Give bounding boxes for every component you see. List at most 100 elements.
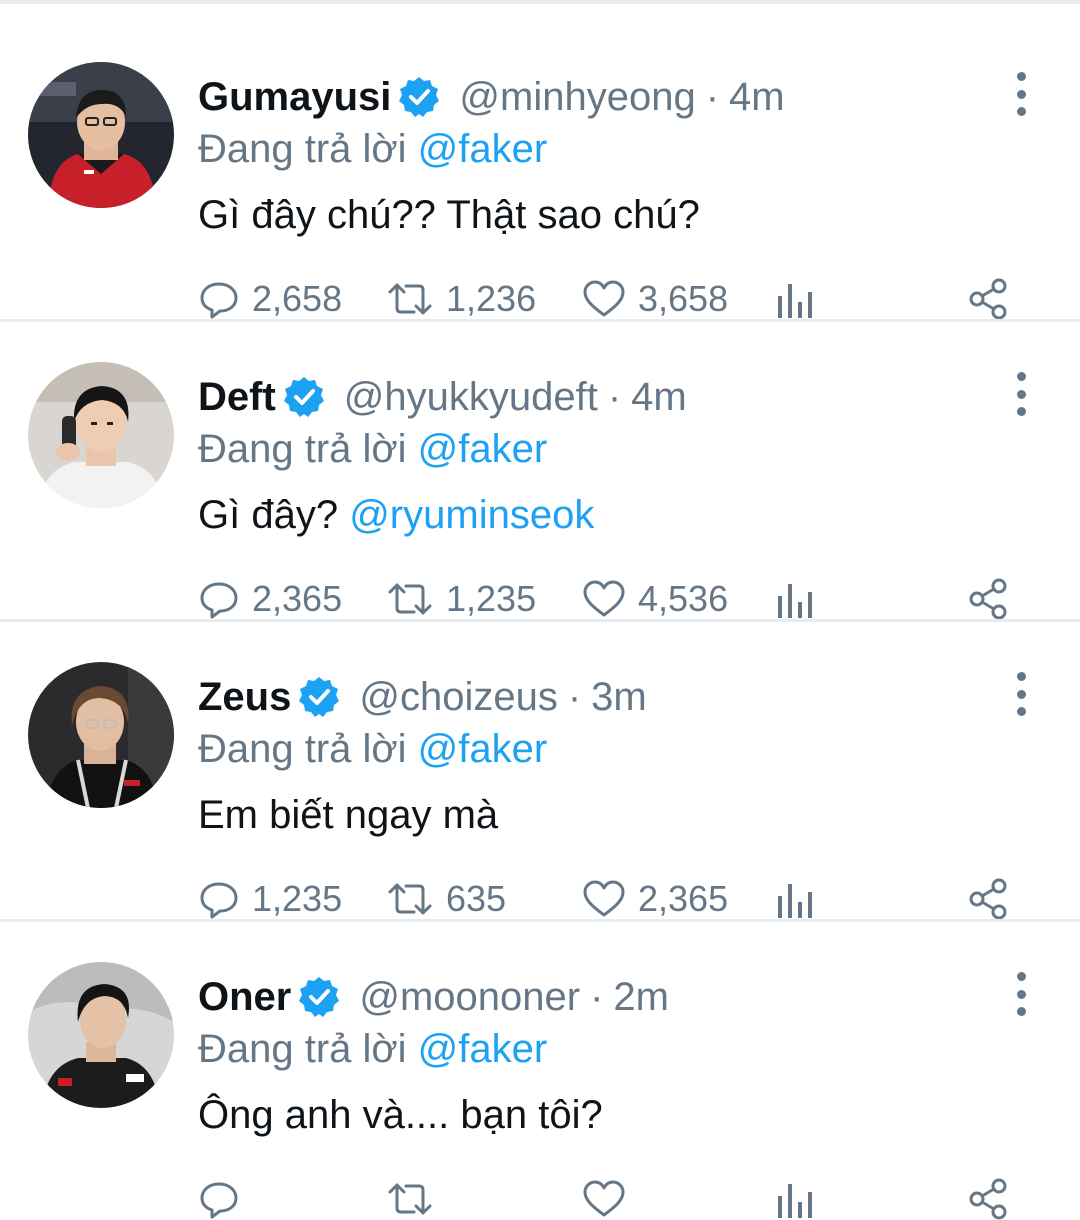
tweet[interactable]: Oner @moononer · 2m Đang trả lời @faker … bbox=[0, 922, 1080, 1220]
tweet[interactable]: Deft @hyukkyudeft · 4m Đang trả lời @fak… bbox=[0, 322, 1080, 622]
tweet-text: Em biết ngay mà bbox=[198, 788, 498, 842]
tweet[interactable]: Gumayusi @minhyeong · 4m Đang trả lời @f… bbox=[0, 22, 1080, 322]
verified-badge-icon bbox=[282, 375, 326, 419]
stats-button[interactable] bbox=[774, 1172, 814, 1220]
retweet-button[interactable]: 635 bbox=[386, 872, 506, 926]
tweet-header: Gumayusi @minhyeong · 4m bbox=[198, 70, 785, 124]
body-mention-link[interactable]: @ryuminseok bbox=[349, 493, 594, 537]
display-name[interactable]: Gumayusi bbox=[198, 70, 391, 124]
more-options-icon[interactable] bbox=[1004, 672, 1038, 716]
action-bar bbox=[198, 1172, 1028, 1220]
stats-button[interactable] bbox=[774, 872, 814, 926]
retweet-count: 1,236 bbox=[446, 278, 537, 319]
tweet-text-content: Ông anh và.... bạn tôi? bbox=[198, 1093, 603, 1137]
timestamp[interactable]: 4m bbox=[729, 70, 785, 124]
reply-mention-link[interactable]: @faker bbox=[418, 727, 548, 771]
verified-badge-icon bbox=[297, 675, 341, 719]
stats-button[interactable] bbox=[774, 272, 814, 326]
heart-icon bbox=[583, 1180, 625, 1217]
tweet-header: Zeus @choizeus · 3m bbox=[198, 670, 647, 724]
action-bar: 1,235 635 2,365 bbox=[198, 872, 1028, 926]
timestamp[interactable]: 4m bbox=[631, 370, 687, 424]
like-button[interactable]: 4,536 bbox=[582, 572, 728, 626]
like-button[interactable]: 3,658 bbox=[582, 272, 728, 326]
avatar[interactable] bbox=[28, 962, 174, 1108]
retweet-icon bbox=[388, 883, 432, 915]
replying-to: Đang trả lời @faker bbox=[198, 722, 547, 776]
retweet-icon bbox=[388, 1183, 432, 1215]
more-options-icon[interactable] bbox=[1004, 372, 1038, 416]
replying-to: Đang trả lời @faker bbox=[198, 422, 547, 476]
display-name[interactable]: Oner bbox=[198, 970, 291, 1024]
reply-button[interactable]: 2,658 bbox=[198, 272, 342, 326]
reply-count: 2,365 bbox=[252, 578, 343, 619]
separator-dot: · bbox=[567, 675, 582, 719]
reply-icon bbox=[200, 282, 238, 319]
display-name[interactable]: Deft bbox=[198, 370, 276, 424]
tweet-header: Deft @hyukkyudeft · 4m bbox=[198, 370, 687, 424]
like-count: 3,658 bbox=[638, 278, 729, 319]
share-button[interactable] bbox=[966, 572, 1010, 626]
reply-mention-link[interactable]: @faker bbox=[418, 1027, 548, 1071]
tweet-header: Oner @moononer · 2m bbox=[198, 970, 669, 1024]
user-handle[interactable]: @choizeus bbox=[359, 670, 557, 724]
user-handle[interactable]: @minhyeong bbox=[459, 70, 695, 124]
reply-button[interactable] bbox=[198, 1172, 252, 1220]
separator-dot: · bbox=[607, 375, 622, 419]
more-options-icon[interactable] bbox=[1004, 972, 1038, 1016]
reply-count: 1,235 bbox=[252, 878, 343, 919]
tweet-text: Ông anh và.... bạn tôi? bbox=[198, 1088, 603, 1142]
display-name[interactable]: Zeus bbox=[198, 670, 291, 724]
replying-to: Đang trả lời @faker bbox=[198, 122, 547, 176]
avatar[interactable] bbox=[28, 62, 174, 208]
retweet-count: 1,235 bbox=[446, 578, 537, 619]
replying-to: Đang trả lời @faker bbox=[198, 1022, 547, 1076]
tweet[interactable]: Zeus @choizeus · 3m Đang trả lời @faker … bbox=[0, 622, 1080, 922]
share-button[interactable] bbox=[966, 872, 1010, 926]
user-handle[interactable]: @moononer bbox=[359, 970, 580, 1024]
timestamp[interactable]: 2m bbox=[613, 970, 669, 1024]
like-button[interactable]: 2,365 bbox=[582, 872, 728, 926]
reply-mention-link[interactable]: @faker bbox=[418, 427, 548, 471]
separator-dot: · bbox=[705, 75, 720, 119]
timestamp[interactable]: 3m bbox=[591, 670, 647, 724]
tweet-text-content: Em biết ngay mà bbox=[198, 793, 499, 837]
reply-button[interactable]: 2,365 bbox=[198, 572, 342, 626]
retweet-button[interactable]: 1,236 bbox=[386, 272, 536, 326]
stats-button[interactable] bbox=[774, 572, 814, 626]
stats-icon bbox=[778, 284, 812, 318]
replying-to-label: Đang trả lời bbox=[198, 427, 407, 471]
replying-to-label: Đang trả lời bbox=[198, 127, 407, 171]
stats-icon bbox=[778, 1184, 812, 1218]
action-bar: 2,365 1,235 4,536 bbox=[198, 572, 1028, 626]
user-handle[interactable]: @hyukkyudeft bbox=[344, 370, 598, 424]
reply-icon bbox=[200, 582, 238, 619]
retweet-icon bbox=[388, 283, 432, 315]
heart-icon bbox=[583, 880, 625, 917]
more-options-icon[interactable] bbox=[1004, 72, 1038, 116]
reply-icon bbox=[200, 1182, 238, 1219]
retweet-button[interactable] bbox=[386, 1172, 446, 1220]
like-count: 4,536 bbox=[638, 578, 729, 619]
share-icon bbox=[969, 578, 1007, 620]
stats-icon bbox=[778, 884, 812, 918]
replying-to-label: Đang trả lời bbox=[198, 1027, 407, 1071]
avatar[interactable] bbox=[28, 362, 174, 508]
verified-badge-icon bbox=[397, 75, 441, 119]
share-button[interactable] bbox=[966, 272, 1010, 326]
like-button[interactable] bbox=[582, 1172, 638, 1220]
heart-icon bbox=[583, 280, 625, 317]
reply-count: 2,658 bbox=[252, 278, 343, 319]
share-icon bbox=[969, 1178, 1007, 1220]
verified-badge-icon bbox=[297, 975, 341, 1019]
retweet-count: 635 bbox=[446, 878, 507, 919]
stats-icon bbox=[778, 584, 812, 618]
retweet-button[interactable]: 1,235 bbox=[386, 572, 536, 626]
share-button[interactable] bbox=[966, 1172, 1010, 1220]
reply-mention-link[interactable]: @faker bbox=[418, 127, 548, 171]
reply-button[interactable]: 1,235 bbox=[198, 872, 342, 926]
top-divider bbox=[0, 0, 1080, 4]
tweet-text-content: Gì đây chú?? Thật sao chú? bbox=[198, 193, 700, 237]
heart-icon bbox=[583, 580, 625, 617]
avatar[interactable] bbox=[28, 662, 174, 808]
